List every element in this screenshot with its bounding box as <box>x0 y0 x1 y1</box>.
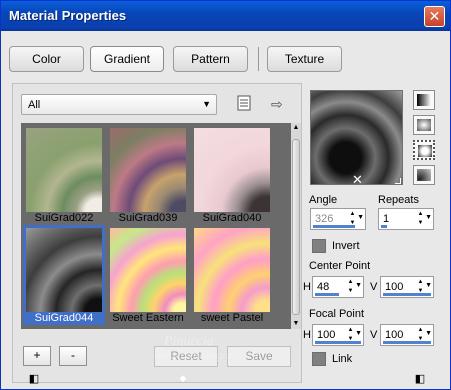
dialog-content: Color Gradient Pattern Texture All ▼ ⇨ S <box>4 31 448 388</box>
center-h-value: 48 <box>317 281 330 293</box>
tab-color[interactable]: Color <box>9 46 84 72</box>
radial-style-button[interactable] <box>413 165 435 185</box>
center-v-slider-bar[interactable] <box>383 293 431 296</box>
invert-checkbox[interactable] <box>312 239 326 253</box>
gradient-label: SuiGrad022 <box>34 212 94 224</box>
scroll-down-icon[interactable]: ▼ <box>291 319 301 329</box>
gradient-swatch <box>110 128 186 212</box>
chevron-down-icon[interactable]: ▼ <box>355 330 362 337</box>
focal-point-label: Focal Point <box>309 308 365 320</box>
gradient-tile[interactable]: Sweet Eastern <box>107 225 189 325</box>
remove-button[interactable]: - <box>59 346 87 366</box>
gradient-grid: SuiGrad022 SuiGrad039 SuiGrad040 SuiGrad… <box>21 123 291 329</box>
rectangular-gradient-icon <box>417 119 431 131</box>
focal-v-value: 100 <box>385 329 404 341</box>
focal-v-spinner[interactable]: 100 ▲ ▼ ▼ <box>380 324 434 346</box>
center-v-value: 100 <box>385 281 404 293</box>
window-title: Material Properties <box>9 8 127 23</box>
category-select[interactable]: All ▼ <box>21 94 217 115</box>
start-color-marker-icon[interactable]: ◧ <box>26 372 42 386</box>
gradient-tile-selected[interactable]: SuiGrad044 <box>23 225 105 325</box>
center-marker-icon[interactable]: ✕ <box>352 172 363 188</box>
repeats-slider-bar[interactable] <box>381 225 387 228</box>
arrow-right-icon[interactable]: ⇨ <box>271 96 283 113</box>
chevron-down-icon: ▼ <box>202 99 211 109</box>
close-icon: ✕ <box>428 8 441 24</box>
gradient-swatch <box>194 228 270 312</box>
tab-gradient[interactable]: Gradient <box>90 46 164 72</box>
gradient-library-panel: All ▼ ⇨ SuiGrad022 SuiGrad039 SuiGrad040… <box>12 83 302 383</box>
spin-arrows-icon[interactable]: ▲ ▼ <box>416 210 425 228</box>
category-select-value: All <box>28 99 41 111</box>
radial-gradient-icon <box>417 169 431 181</box>
gradient-swatch <box>26 128 102 212</box>
gradient-label: SuiGrad040 <box>202 212 262 224</box>
tab-separator <box>258 47 259 71</box>
linear-gradient-icon <box>417 94 431 106</box>
close-button[interactable]: ✕ <box>424 6 445 27</box>
angle-spinner[interactable]: 326 ▲ ▼ ▼ <box>310 208 366 230</box>
gradient-tile[interactable]: SuiGrad040 <box>191 125 273 225</box>
gradient-tile[interactable]: SuiGrad022 <box>23 125 105 225</box>
gradient-label: Sweet Eastern <box>112 312 184 324</box>
resource-manager-icon[interactable] <box>237 95 251 111</box>
center-h-label: H <box>303 281 311 293</box>
gradient-swatch <box>194 128 270 212</box>
end-color-marker-icon[interactable]: ◧ <box>412 372 428 386</box>
focal-h-spinner[interactable]: 100 ▲ ▼ ▼ <box>312 324 364 346</box>
link-checkbox[interactable] <box>312 352 326 366</box>
tab-bar: Color Gradient Pattern Texture <box>4 41 448 75</box>
gradient-swatch <box>110 228 186 312</box>
gradient-tile[interactable]: sweet Pastel <box>191 225 273 325</box>
gradient-scrollbar[interactable]: ▲ ▼ <box>291 123 301 329</box>
chevron-down-icon[interactable]: ▼ <box>425 214 432 221</box>
link-label: Link <box>332 353 353 365</box>
center-v-spinner[interactable]: 100 ▲ ▼ ▼ <box>380 276 434 298</box>
center-point-label: Center Point <box>309 260 371 272</box>
gradient-settings-panel: ✕ Angle Repeats 326 ▲ ▼ ▼ 1 ▲ ▼ ▼ Invert… <box>303 83 445 383</box>
title-bar: Material Properties ✕ <box>1 1 450 31</box>
focal-v-label: V <box>370 329 378 341</box>
angle-slider-bar[interactable] <box>313 225 355 228</box>
gradient-label: SuiGrad044 <box>34 312 94 324</box>
repeats-spinner[interactable]: 1 ▲ ▼ ▼ <box>378 208 434 230</box>
chevron-down-icon[interactable]: ▼ <box>357 214 364 221</box>
gradient-preview[interactable]: ✕ <box>310 90 403 188</box>
focal-h-label: H <box>303 329 311 341</box>
focal-marker-icon[interactable] <box>395 178 401 184</box>
focal-v-slider-bar[interactable] <box>383 341 431 344</box>
spin-arrows-icon[interactable]: ▲ ▼ <box>346 278 355 296</box>
chevron-down-icon[interactable]: ▼ <box>425 330 432 337</box>
midpoint-marker-icon[interactable]: ◆ <box>175 373 191 387</box>
watermark-url: www.maidiregrafica.eu <box>154 350 265 362</box>
material-properties-window: Material Properties ✕ Color Gradient Pat… <box>0 0 451 390</box>
sunburst-style-button[interactable] <box>413 140 435 160</box>
gradient-label: sweet Pastel <box>200 312 264 324</box>
scroll-up-icon[interactable]: ▲ <box>291 123 301 133</box>
invert-label: Invert <box>332 240 360 252</box>
focal-h-value: 100 <box>317 329 336 341</box>
chevron-down-icon[interactable]: ▼ <box>355 282 362 289</box>
center-h-spinner[interactable]: 48 ▲ ▼ ▼ <box>312 276 364 298</box>
repeats-value: 1 <box>383 213 390 225</box>
center-h-slider-bar[interactable] <box>315 293 339 296</box>
chevron-down-icon[interactable]: ▼ <box>425 282 432 289</box>
scroll-thumb[interactable] <box>292 139 300 315</box>
linear-style-button[interactable] <box>413 90 435 110</box>
angle-value: 326 <box>315 213 334 225</box>
focal-h-slider-bar[interactable] <box>315 341 361 344</box>
tab-pattern[interactable]: Pattern <box>173 46 248 72</box>
angle-label: Angle <box>309 194 338 206</box>
repeats-label: Repeats <box>378 194 419 206</box>
sunburst-gradient-icon <box>418 145 432 157</box>
gradient-tile[interactable]: SuiGrad039 <box>107 125 189 225</box>
center-v-label: V <box>370 281 378 293</box>
add-button[interactable]: + <box>23 346 51 366</box>
tab-texture[interactable]: Texture <box>267 46 342 72</box>
gradient-label: SuiGrad039 <box>118 212 178 224</box>
gradient-swatch <box>26 228 102 312</box>
rectangular-style-button[interactable] <box>413 115 435 135</box>
